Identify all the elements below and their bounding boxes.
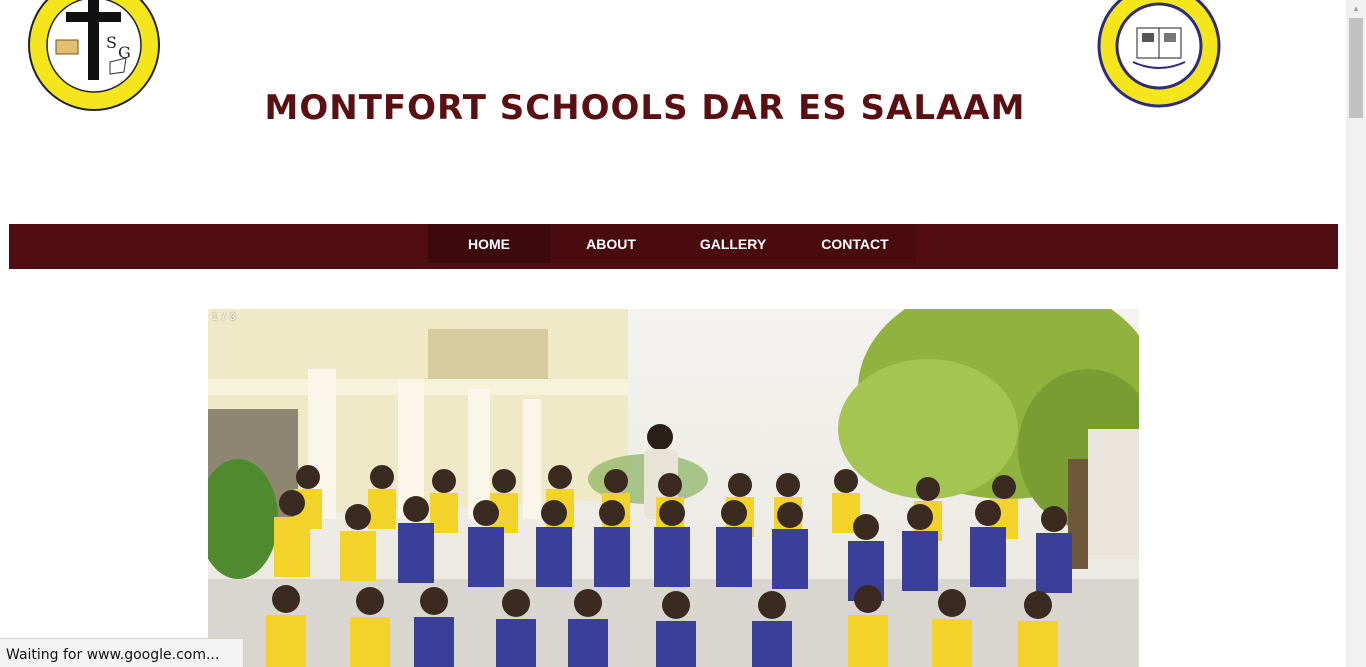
class-group-photo bbox=[208, 309, 1139, 667]
browser-status-bar: Waiting for www.google.com... bbox=[0, 638, 244, 667]
nav-contact[interactable]: CONTACT bbox=[794, 224, 916, 263]
nav-menu: HOME ABOUT GALLERY CONTACT bbox=[428, 224, 916, 263]
site-title: MONTFORT SCHOOLS DAR ES SALAAM bbox=[264, 88, 1026, 128]
scroll-thumb[interactable] bbox=[1349, 18, 1363, 118]
page: S G MONTFORT SCHOOLS DAR ES SALAAM HOME … bbox=[0, 0, 1366, 667]
svg-text:S: S bbox=[106, 33, 117, 52]
nav-about[interactable]: ABOUT bbox=[550, 224, 672, 263]
nav-gallery[interactable]: GALLERY bbox=[672, 224, 794, 263]
slideshow[interactable]: 1 / 3 bbox=[208, 309, 1139, 667]
slide-counter: 1 / 3 bbox=[212, 312, 237, 323]
main-navbar: HOME ABOUT GALLERY CONTACT bbox=[9, 224, 1338, 269]
scroll-up-arrow-icon[interactable]: ▲ bbox=[1346, 0, 1366, 16]
page-scrollbar[interactable]: ▲ bbox=[1346, 0, 1366, 667]
nav-home[interactable]: HOME bbox=[428, 224, 550, 263]
